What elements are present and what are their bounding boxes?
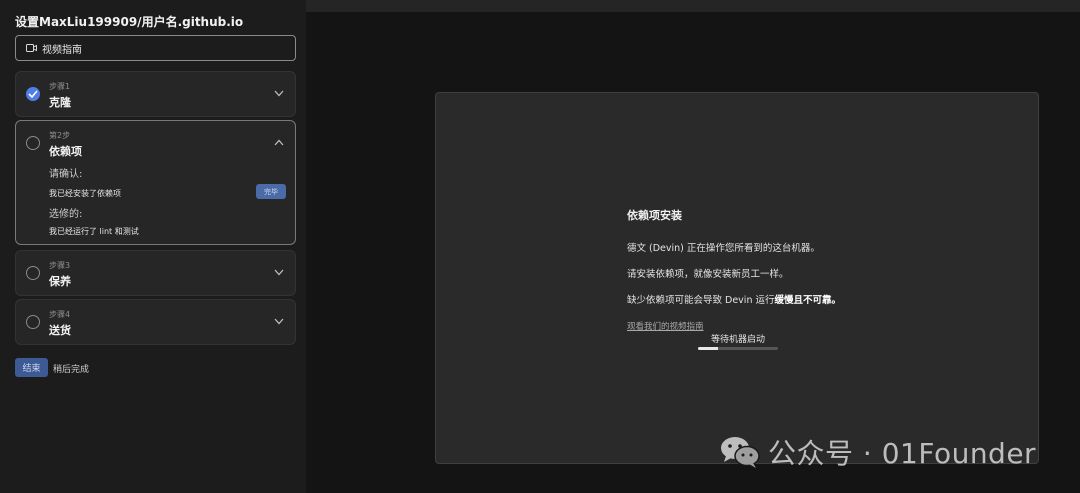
step-name: 克隆	[49, 96, 71, 109]
required-checklist-item: 我已经安装了依赖项	[49, 189, 121, 198]
step-header-maintenance[interactable]: 步骤3 保养	[16, 251, 295, 295]
wechat-icon	[721, 437, 760, 468]
app-window: 设置MaxLiu199909/用户名.github.io 视频指南 步骤1 克隆	[0, 0, 1080, 493]
machine-view: 依赖项安装 德文 (Devin) 正在操作您所看到的这台机器。 请安装依赖项，就…	[306, 12, 1080, 493]
step-number: 第2步	[49, 131, 71, 140]
step-number: 步骤3	[49, 261, 71, 270]
panel-line-3: 缺少依赖项可能会导致 Devin 运行缓慢且不可靠。	[627, 292, 927, 306]
panel-title: 依赖项安装	[627, 209, 682, 222]
boot-progress-bar	[698, 347, 778, 350]
machine-panel: 依赖项安装 德文 (Devin) 正在操作您所看到的这台机器。 请安装依赖项，就…	[435, 92, 1039, 464]
panel-content: 依赖项安装 德文 (Devin) 正在操作您所看到的这台机器。 请安装依赖项，就…	[627, 207, 927, 332]
video-guide-label: 视频指南	[42, 44, 82, 56]
chevron-down-icon	[274, 318, 284, 325]
setup-sidebar: 设置MaxLiu199909/用户名.github.io 视频指南 步骤1 克隆	[0, 0, 306, 493]
video-camera-icon	[26, 44, 37, 52]
step-header-dependencies[interactable]: 第2步 依赖项	[16, 121, 295, 165]
done-button[interactable]: 完毕	[256, 184, 286, 199]
confirm-label: 请确认:	[49, 169, 83, 180]
step-name: 送货	[49, 324, 71, 337]
empty-circle-icon	[26, 136, 40, 150]
step-name: 依赖项	[49, 145, 82, 158]
step-number: 步骤4	[49, 310, 71, 319]
step-header-clone[interactable]: 步骤1 克隆	[16, 72, 295, 116]
watermark-text: 公众号 · 01Founder	[768, 437, 1037, 470]
repo-title: 设置MaxLiu199909/用户名.github.io	[15, 15, 244, 29]
finish-later-link[interactable]: 稍后完成	[53, 362, 89, 375]
watermark: 公众号 · 01Founder	[720, 432, 1036, 472]
boot-progress-fill	[698, 347, 718, 350]
video-guide-button[interactable]: 视频指南	[15, 35, 296, 61]
checkmark-circle-icon	[26, 87, 40, 101]
step-body-dependencies: 请确认: 我已经安装了依赖项 完毕 选修的: 我已经运行了 lint 和测试	[16, 165, 295, 244]
step-name: 保养	[49, 275, 71, 288]
empty-circle-icon	[26, 266, 40, 280]
chevron-down-icon	[274, 269, 284, 276]
chevron-up-icon	[274, 139, 284, 146]
empty-circle-icon	[26, 315, 40, 329]
finish-button[interactable]: 结束	[15, 358, 48, 377]
panel-line-3-bold: 缓慢且不可靠。	[774, 295, 841, 306]
panel-line-2: 请安装依赖项，就像安装新员工一样。	[627, 269, 789, 280]
waiting-status: 等待机器启动	[711, 335, 766, 345]
step-number: 步骤1	[49, 82, 71, 91]
step-header-delivery[interactable]: 步骤4 送货	[16, 300, 295, 344]
panel-line-3-text: 缺少依赖项可能会导致 Devin 运行	[627, 295, 775, 306]
video-guide-link[interactable]: 观看我们的视频指南	[627, 320, 927, 332]
panel-line-1: 德文 (Devin) 正在操作您所看到的这台机器。	[627, 243, 820, 254]
top-bar	[306, 0, 1080, 12]
optional-label: 选修的:	[49, 209, 83, 220]
step-card-clone: 步骤1 克隆	[15, 71, 296, 117]
step-card-dependencies: 第2步 依赖项 请确认: 我已经安装了依赖项 完毕 选修的: 我已经运行了 li…	[15, 120, 296, 245]
chevron-down-icon	[274, 90, 284, 97]
step-card-maintenance: 步骤3 保养	[15, 250, 296, 296]
step-card-delivery: 步骤4 送货	[15, 299, 296, 345]
optional-checklist-item: 我已经运行了 lint 和测试	[49, 227, 139, 236]
